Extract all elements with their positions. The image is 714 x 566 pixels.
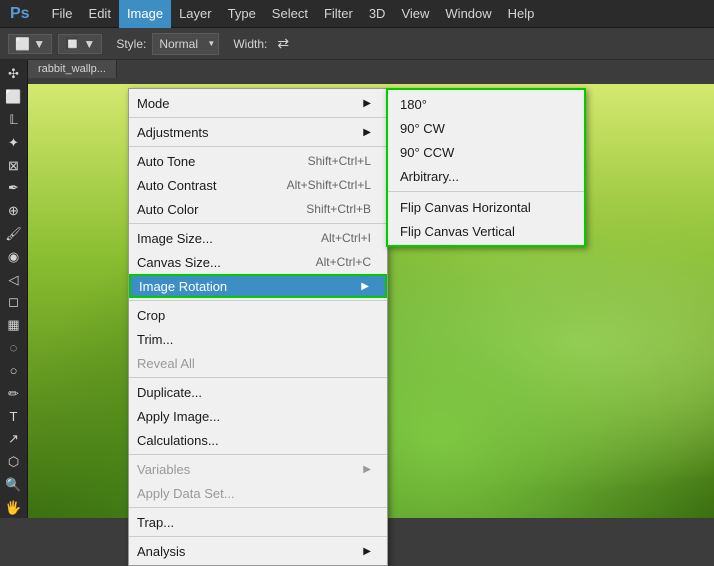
menu-section-analysis: Analysis ▶ — [129, 537, 387, 565]
menu-type[interactable]: Type — [220, 0, 264, 28]
menu-filter[interactable]: Filter — [316, 0, 361, 28]
style-select-wrap: Normal — [152, 33, 219, 55]
feather-option[interactable]: 🔲 ▼ — [58, 34, 102, 54]
canvas-tab[interactable]: rabbit_wallp... — [28, 60, 117, 78]
tool-crop[interactable]: ⊠ — [3, 155, 25, 176]
tool-move[interactable]: ✣ — [3, 64, 25, 85]
menu-bar: Ps File Edit Image Layer Type Select Fil… — [0, 0, 714, 28]
tool-zoom[interactable]: 🔍 — [3, 474, 25, 495]
main-area: ✣ ⬜ 𝕃 ✦ ⊠ ✒ ⊕ 🖌 ◉ ◁ ◻ ▦ ◌ ○ ✏ T ↗ ⬡ 🔍 🖐 … — [0, 60, 714, 518]
swap-arrow-icon: ⇄ — [277, 35, 289, 52]
tool-blur[interactable]: ◌ — [3, 338, 25, 359]
canvas-area: rabbit_wallp... — [28, 60, 714, 518]
tool-eyedropper[interactable]: ✒ — [3, 178, 25, 199]
tool-pen[interactable]: ✏ — [3, 383, 25, 404]
toolbox: ✣ ⬜ 𝕃 ✦ ⊠ ✒ ⊕ 🖌 ◉ ◁ ◻ ▦ ◌ ○ ✏ T ↗ ⬡ 🔍 🖐 — [0, 60, 28, 518]
tool-lasso[interactable]: 𝕃 — [3, 110, 25, 131]
menu-image[interactable]: Image — [119, 0, 171, 28]
menu-edit[interactable]: Edit — [81, 0, 119, 28]
canvas-content — [28, 84, 714, 518]
menu-3d[interactable]: 3D — [361, 0, 394, 28]
tool-text[interactable]: T — [3, 406, 25, 427]
tool-history[interactable]: ◁ — [3, 269, 25, 290]
tool-hand[interactable]: 🖐 — [3, 497, 25, 518]
tool-brush[interactable]: 🖌 — [3, 224, 25, 245]
menu-layer[interactable]: Layer — [171, 0, 220, 28]
tool-magic-wand[interactable]: ✦ — [3, 132, 25, 153]
menu-file[interactable]: File — [44, 0, 81, 28]
tool-shape[interactable]: ⬡ — [3, 452, 25, 473]
style-select[interactable]: Normal — [152, 33, 219, 55]
selection-tool-option[interactable]: ⬜ ▼ — [8, 34, 52, 54]
tool-clone[interactable]: ◉ — [3, 246, 25, 267]
tool-path-select[interactable]: ↗ — [3, 429, 25, 450]
tool-gradient[interactable]: ▦ — [3, 315, 25, 336]
menu-window[interactable]: Window — [437, 0, 499, 28]
style-label: Style: — [116, 37, 146, 51]
tool-eraser[interactable]: ◻ — [3, 292, 25, 313]
options-toolbar: ⬜ ▼ 🔲 ▼ Style: Normal Width: ⇄ — [0, 28, 714, 60]
tool-select-rect[interactable]: ⬜ — [3, 87, 25, 108]
tool-dodge[interactable]: ○ — [3, 360, 25, 381]
menu-help[interactable]: Help — [500, 0, 543, 28]
analysis-arrow-icon: ▶ — [363, 546, 371, 557]
width-label: Width: — [233, 37, 267, 51]
menu-select[interactable]: Select — [264, 0, 316, 28]
tool-healing[interactable]: ⊕ — [3, 201, 25, 222]
menu-item-analysis[interactable]: Analysis ▶ — [129, 539, 387, 563]
menu-view[interactable]: View — [393, 0, 437, 28]
ps-logo: Ps — [4, 5, 36, 23]
